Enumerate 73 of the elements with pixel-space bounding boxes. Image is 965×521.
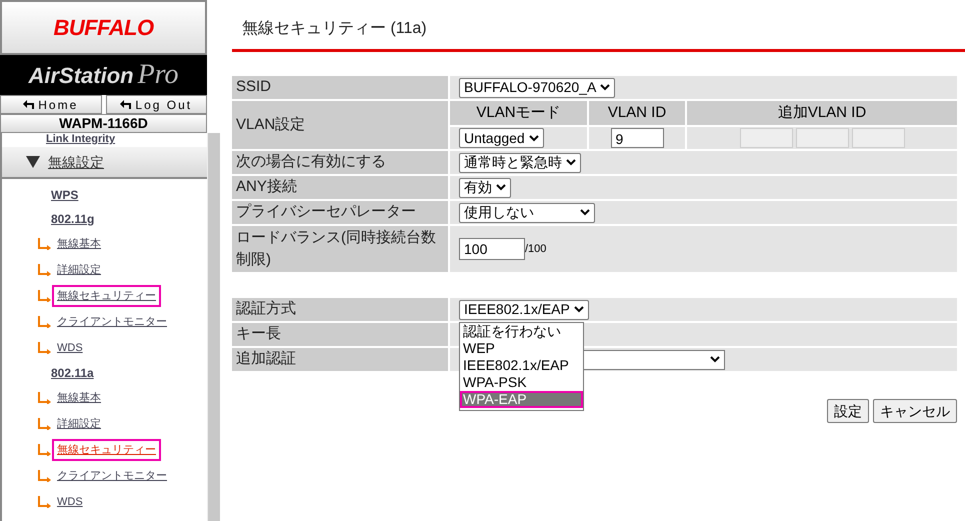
corner-arrow-icon bbox=[37, 392, 51, 404]
field-label: ANY接続 bbox=[232, 176, 448, 199]
nav-link[interactable]: 詳細設定 bbox=[54, 260, 104, 280]
nav-link[interactable]: 無線基本 bbox=[54, 234, 104, 254]
nav-link[interactable]: Link Integrity bbox=[46, 133, 116, 146]
chevron-down-icon bbox=[566, 159, 576, 166]
limit-max: /100 bbox=[525, 242, 546, 257]
vlan-id-field[interactable]: 9 bbox=[610, 128, 664, 148]
dropdown-option[interactable]: IEEE802.1x/EAP bbox=[460, 357, 583, 374]
edition-logo: Pro bbox=[138, 58, 179, 92]
nav-link[interactable]: 無線セキュリティー bbox=[54, 286, 159, 306]
privacy-select[interactable]: 使用しない bbox=[459, 202, 595, 222]
corner-arrow-icon bbox=[37, 316, 51, 328]
nav-link[interactable]: 802.11g bbox=[48, 210, 98, 228]
nav-link[interactable]: クライアントモニター bbox=[54, 312, 170, 332]
field-label: ロードバランス(同時接続台数制限) bbox=[232, 226, 448, 272]
corner-arrow-icon bbox=[37, 264, 51, 276]
dropdown-option[interactable]: 認証を行わない bbox=[460, 323, 583, 340]
nav-link[interactable]: WPS bbox=[48, 186, 82, 204]
corner-arrow-icon bbox=[37, 496, 51, 508]
nav-link[interactable]: 詳細設定 bbox=[54, 414, 104, 434]
chevron-down-icon bbox=[496, 184, 506, 191]
corner-arrow-icon bbox=[37, 342, 51, 354]
return-arrow-icon bbox=[120, 100, 132, 109]
corner-arrow-icon bbox=[37, 470, 51, 482]
corner-arrow-icon bbox=[37, 418, 51, 430]
corner-arrow-icon bbox=[37, 290, 51, 302]
model-name: WAPM-1166D bbox=[0, 114, 207, 133]
nav-link[interactable]: WDS bbox=[54, 338, 86, 358]
return-arrow-icon bbox=[23, 100, 34, 109]
enable-select[interactable]: 通常時と緊急時 bbox=[459, 152, 581, 172]
dropdown-option[interactable]: WEP bbox=[460, 340, 583, 357]
nav-link[interactable]: 802.11a bbox=[48, 364, 97, 382]
vlan-mode-select[interactable]: Untagged bbox=[459, 128, 544, 148]
nav-link[interactable]: クライアントモニター bbox=[54, 466, 170, 486]
brand-logo: BUFFALO bbox=[53, 14, 154, 42]
field-label: 次の場合に有効にする bbox=[232, 151, 448, 174]
chevron-down-icon bbox=[528, 134, 539, 142]
nav-link[interactable]: 無線セキュリティー bbox=[54, 440, 159, 460]
field-label: SSID bbox=[232, 76, 448, 99]
column-header: 追加VLAN ID bbox=[687, 101, 957, 126]
form-button[interactable]: 設定 bbox=[827, 399, 869, 423]
chevron-down-icon bbox=[580, 209, 590, 216]
field-label: 認証方式 bbox=[232, 298, 448, 321]
nav-button[interactable]: Home bbox=[0, 95, 102, 114]
chevron-down-icon bbox=[600, 84, 610, 91]
extra-vlan-field[interactable] bbox=[796, 128, 848, 148]
dropdown-option[interactable]: WPA-EAP bbox=[460, 391, 583, 408]
column-header: VLANモード bbox=[450, 101, 587, 126]
extra-vlan-field[interactable] bbox=[740, 128, 792, 148]
column-header: VLAN ID bbox=[589, 101, 685, 126]
scrollbar[interactable] bbox=[207, 133, 220, 521]
ssid-select[interactable]: BUFFALO-970620_A bbox=[459, 78, 616, 98]
page-title: 無線セキュリティー (11a) bbox=[232, 17, 965, 52]
product-logo: AirStation bbox=[28, 62, 134, 90]
field-label: キー長 bbox=[232, 323, 448, 346]
extra-vlan-field[interactable] bbox=[852, 128, 904, 148]
section-header[interactable]: 無線設定 bbox=[2, 147, 207, 179]
nav-button[interactable]: Log Out bbox=[106, 95, 207, 114]
nav-link[interactable]: 無線基本 bbox=[54, 388, 104, 408]
nav-link[interactable]: WDS bbox=[54, 492, 86, 512]
field-label: プライバシーセパレーター bbox=[232, 201, 448, 224]
chevron-down-icon bbox=[710, 356, 720, 363]
corner-arrow-icon bbox=[37, 238, 51, 250]
any-connection-select[interactable]: 有効 bbox=[459, 178, 511, 198]
auth-select[interactable]: IEEE802.1x/EAP bbox=[459, 300, 589, 320]
form-button[interactable]: キャンセル bbox=[873, 399, 957, 423]
chevron-down-icon bbox=[574, 306, 584, 313]
corner-arrow-icon bbox=[37, 444, 51, 456]
dropdown-option[interactable]: WPA-PSK bbox=[460, 374, 583, 391]
field-label: 追加認証 bbox=[232, 348, 448, 371]
field-label: VLAN設定 bbox=[232, 101, 448, 149]
load-limit-field[interactable]: 100 bbox=[459, 238, 525, 260]
